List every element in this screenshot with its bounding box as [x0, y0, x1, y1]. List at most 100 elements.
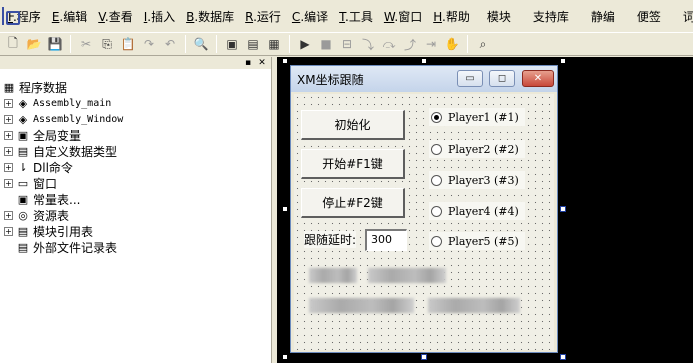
expand-icon[interactable]: + — [4, 178, 13, 188]
app-icon — [2, 7, 20, 25]
toolbar-separator — [185, 35, 186, 53]
close-button[interactable]: ✕ — [522, 70, 554, 87]
find-icon[interactable]: 🔍 — [192, 35, 210, 53]
resize-handle[interactable] — [560, 206, 566, 212]
tree-item[interactable]: + ◈ Assembly_Window — [0, 111, 271, 127]
resize-handle[interactable] — [421, 58, 427, 64]
tree-item[interactable]: + ▤ 模块引用表 — [0, 223, 271, 239]
tree-item[interactable]: ▣ 常量表... — [0, 191, 271, 207]
player-radio-label: Player1 (#1) — [448, 110, 519, 124]
menu-item[interactable]: 便签 — [637, 8, 661, 25]
data-type-icon: ▤ — [17, 144, 29, 158]
menu-item[interactable]: R.运行 — [245, 8, 281, 25]
tree-root[interactable]: ▦ 程序数据 — [0, 79, 271, 95]
player-radio-label: Player2 (#2) — [448, 142, 519, 156]
player-radio[interactable]: Player1 (#1) — [429, 108, 525, 126]
start-button[interactable]: 开始#F1键 — [301, 149, 405, 179]
stop-icon[interactable]: ■ — [317, 35, 335, 53]
pin-icon[interactable]: ▪ — [243, 58, 253, 68]
delay-input[interactable]: 300 — [365, 229, 407, 251]
menu-item[interactable]: B.数据库 — [186, 8, 234, 25]
maximize-button[interactable]: ◻ — [489, 70, 515, 87]
toolbar: 🗋 📂 💾 ✂ ⎘ 📋 ↷ ↶ 🔍 ▣ ▤ ▦ ▶ ■ ⊟ ⤵ ⤼ ⤴ ⇥ ✋ … — [0, 32, 693, 56]
menu-item[interactable]: 静编 — [591, 8, 615, 25]
expand-icon[interactable]: + — [4, 114, 13, 124]
menu-item[interactable]: H.帮助 — [433, 8, 470, 25]
tree-item-label: Assembly_main — [33, 97, 112, 109]
cut-icon[interactable]: ✂ — [77, 35, 95, 53]
radio-icon[interactable] — [431, 174, 442, 186]
player-radio[interactable]: Player3 (#3) — [429, 171, 525, 189]
menu-item[interactable]: T.工具 — [339, 8, 373, 25]
redo-icon[interactable]: ↷ — [140, 35, 158, 53]
resize-handle[interactable] — [560, 354, 566, 360]
copy-icon[interactable]: ⎘ — [98, 35, 116, 53]
obscured-content — [428, 298, 520, 313]
menu-item[interactable]: 词表 — [683, 8, 693, 25]
menu-item[interactable]: C.编译 — [292, 8, 328, 25]
obscured-content — [309, 268, 357, 283]
binoculars-icon[interactable]: ⌕ — [474, 35, 492, 53]
radio-icon[interactable] — [431, 205, 442, 217]
new-file-icon[interactable]: 🗋 — [4, 35, 22, 53]
tree-item[interactable]: + ⇂ Dll命令 — [0, 159, 271, 175]
expand-icon[interactable]: + — [4, 226, 13, 236]
open-folder-icon[interactable]: 📂 — [25, 35, 43, 53]
assembly-icon: ◈ — [18, 96, 28, 110]
menu-item[interactable]: 支持库 — [533, 8, 569, 25]
resize-handle[interactable] — [282, 58, 288, 64]
window-titlebar[interactable]: XM坐标跟随 ▭ ◻ ✕ — [291, 66, 557, 92]
expand-icon[interactable]: + — [4, 210, 13, 220]
step-over-icon[interactable]: ⤼ — [380, 35, 398, 53]
layout-panel-icon[interactable]: ▣ — [223, 35, 241, 53]
player-radio[interactable]: Player2 (#2) — [429, 140, 525, 158]
run-icon[interactable]: ▶ — [296, 35, 314, 53]
expand-icon[interactable]: + — [4, 98, 13, 108]
toolbar-separator — [467, 35, 468, 53]
run-to-cursor-icon[interactable]: ⇥ — [422, 35, 440, 53]
resize-handle[interactable] — [421, 354, 427, 360]
menu-item[interactable]: E.编辑 — [52, 8, 87, 25]
module-icon: ▤ — [17, 224, 29, 238]
expand-icon[interactable]: + — [4, 162, 13, 172]
radio-icon[interactable] — [431, 235, 442, 247]
close-icon[interactable]: ✕ — [257, 58, 267, 68]
player-radio[interactable]: Player5 (#5) — [429, 232, 525, 250]
form-client-area: 初始化 开始#F1键 停止#F2键 跟随延时: 300 Player1 (#1)… — [294, 94, 554, 350]
menu-item[interactable]: 模块 — [487, 8, 511, 25]
radio-icon[interactable] — [431, 111, 442, 123]
save-icon[interactable]: 💾 — [46, 35, 64, 53]
step-out-icon[interactable]: ⤴ — [401, 35, 419, 53]
layout-split-icon[interactable]: ▤ — [244, 35, 262, 53]
minimize-button[interactable]: ▭ — [457, 70, 483, 87]
tree-item[interactable]: ▤ 外部文件记录表 — [0, 239, 271, 255]
step-into-icon[interactable]: ⤵ — [359, 35, 377, 53]
menu-item[interactable]: I.插入 — [144, 8, 175, 25]
resize-handle[interactable] — [282, 354, 288, 360]
layout-grid-icon[interactable]: ▦ — [265, 35, 283, 53]
menu-item[interactable]: V.查看 — [98, 8, 133, 25]
tree-item[interactable]: + ▭ 窗口 — [0, 175, 271, 191]
expand-icon[interactable]: + — [4, 130, 13, 140]
player-radio[interactable]: Player4 (#4) — [429, 202, 525, 220]
window-icon: ▭ — [17, 176, 29, 190]
hand-icon[interactable]: ✋ — [443, 35, 461, 53]
resize-handle[interactable] — [282, 206, 288, 212]
expand-icon[interactable]: + — [4, 146, 13, 156]
undo-icon[interactable]: ↶ — [161, 35, 179, 53]
menu-bar: F.程序E.编辑V.查看I.插入B.数据库R.运行C.编译T.工具W.窗口H.帮… — [0, 0, 693, 32]
tree-item[interactable]: + ▤ 自定义数据类型 — [0, 143, 271, 159]
form-window[interactable]: XM坐标跟随 ▭ ◻ ✕ 初始化 开始#F1键 停止#F2键 跟随延时: 300… — [290, 65, 558, 353]
tree-item-label: 外部文件记录表 — [33, 240, 118, 255]
paste-icon[interactable]: 📋 — [119, 35, 137, 53]
resize-handle[interactable] — [560, 58, 566, 64]
tree-item[interactable]: + ▣ 全局变量 — [0, 127, 271, 143]
tree-item[interactable]: + ◈ Assembly_main — [0, 95, 271, 111]
delay-label: 跟随延时: — [304, 231, 357, 248]
step-icon[interactable]: ⊟ — [338, 35, 356, 53]
radio-icon[interactable] — [431, 143, 442, 155]
stop-button[interactable]: 停止#F2键 — [301, 188, 405, 218]
init-button[interactable]: 初始化 — [301, 110, 405, 140]
tree-item[interactable]: + ◎ 资源表 — [0, 207, 271, 223]
menu-item[interactable]: W.窗口 — [384, 8, 422, 25]
